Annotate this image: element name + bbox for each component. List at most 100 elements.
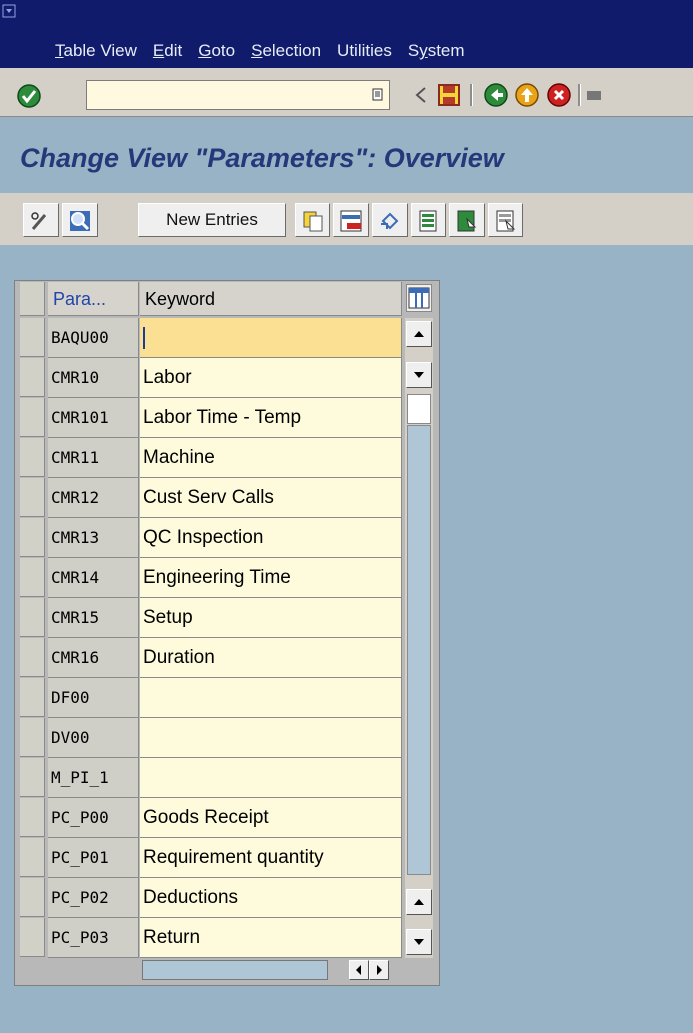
table-settings-button[interactable] bbox=[406, 284, 432, 312]
column-header-parameter[interactable]: Para... bbox=[48, 282, 139, 316]
horizontal-scrollbar[interactable] bbox=[142, 960, 328, 980]
copy-icon bbox=[303, 211, 323, 232]
system-menu-icon[interactable] bbox=[2, 4, 16, 18]
command-history-icon[interactable] bbox=[371, 88, 384, 101]
arrow-up-icon bbox=[414, 331, 424, 337]
scrollbar-track[interactable] bbox=[407, 425, 431, 875]
keyword-value: Setup bbox=[143, 607, 193, 628]
row-selector[interactable] bbox=[20, 318, 45, 357]
parameter-cell: CMR11 bbox=[48, 438, 139, 478]
keyword-value: Labor bbox=[143, 367, 192, 388]
keyword-input[interactable]: Setup bbox=[140, 598, 402, 638]
scroll-right-button[interactable] bbox=[369, 960, 389, 980]
toolbar-separator bbox=[578, 84, 581, 106]
keyword-input[interactable] bbox=[140, 318, 402, 358]
menu-table-view[interactable]: Table View bbox=[0, 38, 145, 64]
row-selector[interactable] bbox=[20, 758, 45, 797]
row-selector[interactable] bbox=[20, 838, 45, 877]
title-bar: Table View Edit Goto Selection Utilities Syst… bbox=[0, 0, 693, 68]
command-field[interactable] bbox=[86, 80, 390, 110]
parameter-cell: CMR15 bbox=[48, 598, 139, 638]
arrow-left-icon bbox=[356, 965, 361, 975]
row-selector[interactable] bbox=[20, 518, 45, 557]
undo-change-button[interactable] bbox=[372, 203, 408, 237]
toolbar-separator bbox=[470, 84, 473, 106]
keyword-input[interactable]: Duration bbox=[140, 638, 402, 678]
undo-icon bbox=[381, 212, 399, 230]
deselect-all-button[interactable] bbox=[488, 203, 523, 237]
row-selector[interactable] bbox=[20, 718, 45, 757]
keyword-value: QC Inspection bbox=[143, 527, 264, 548]
page-up-button[interactable] bbox=[406, 889, 432, 915]
keyword-input[interactable]: Deductions bbox=[140, 878, 402, 918]
row-selector[interactable] bbox=[20, 878, 45, 917]
delete-button[interactable] bbox=[333, 203, 369, 237]
parameter-cell: CMR13 bbox=[48, 518, 139, 558]
keyword-input[interactable]: Goods Receipt bbox=[140, 798, 402, 838]
pencil-glasses-icon bbox=[31, 212, 47, 230]
find-button[interactable] bbox=[62, 203, 98, 237]
row-selector[interactable] bbox=[20, 918, 45, 957]
keyword-input[interactable]: QC Inspection bbox=[140, 518, 402, 558]
cancel-icon[interactable] bbox=[546, 82, 572, 108]
arrow-up-icon bbox=[414, 899, 424, 905]
menu-system[interactable]: System bbox=[400, 38, 473, 64]
keyword-input[interactable]: Cust Serv Calls bbox=[140, 478, 402, 518]
row-selector[interactable] bbox=[20, 798, 45, 837]
keyword-input[interactable]: Engineering Time bbox=[140, 558, 402, 598]
menu-utilities[interactable]: Utilities bbox=[329, 38, 400, 64]
table-settings-icon bbox=[408, 287, 430, 309]
keyword-input[interactable]: Labor Time - Temp bbox=[140, 398, 402, 438]
display-change-button[interactable] bbox=[23, 203, 59, 237]
select-all-rows-button[interactable] bbox=[20, 282, 45, 316]
keyword-value: Requirement quantity bbox=[143, 847, 324, 868]
row-selector[interactable] bbox=[20, 478, 45, 517]
select-all-button[interactable] bbox=[411, 203, 446, 237]
save-icon[interactable] bbox=[436, 82, 462, 108]
keyword-value: Duration bbox=[143, 647, 215, 668]
keyword-input[interactable]: Return bbox=[140, 918, 402, 958]
scroll-up-button[interactable] bbox=[406, 321, 432, 347]
back-icon[interactable] bbox=[483, 82, 509, 108]
page-title: Change View "Parameters": Overview bbox=[20, 143, 504, 173]
parameter-cell: PC_P01 bbox=[48, 838, 139, 878]
keyword-input[interactable]: Machine bbox=[140, 438, 402, 478]
row-selector[interactable] bbox=[20, 598, 45, 637]
keyword-input[interactable]: Labor bbox=[140, 358, 402, 398]
copy-as-button[interactable] bbox=[295, 203, 330, 237]
keyword-input[interactable] bbox=[140, 678, 402, 718]
row-selector[interactable] bbox=[20, 358, 45, 397]
menu-goto[interactable]: Goto bbox=[190, 38, 243, 64]
menu-edit[interactable]: Edit bbox=[145, 38, 190, 64]
select-block-button[interactable] bbox=[449, 203, 485, 237]
parameter-cell: PC_P00 bbox=[48, 798, 139, 838]
row-selector[interactable] bbox=[20, 678, 45, 717]
row-selector[interactable] bbox=[20, 438, 45, 477]
keyword-value: Labor Time - Temp bbox=[143, 407, 302, 428]
menu-selection[interactable]: Selection bbox=[243, 38, 329, 64]
keyword-input[interactable] bbox=[140, 718, 402, 758]
scroll-left-button[interactable] bbox=[349, 960, 369, 980]
print-icon[interactable] bbox=[585, 82, 611, 108]
row-selector[interactable] bbox=[20, 398, 45, 437]
keyword-value: Deductions bbox=[143, 887, 239, 908]
parameter-cell: M_PI_1 bbox=[48, 758, 139, 798]
keyword-value: Engineering Time bbox=[143, 567, 291, 588]
new-entries-button[interactable]: New Entries bbox=[138, 203, 286, 237]
back-arrow-left-icon[interactable] bbox=[408, 82, 434, 108]
enter-check-icon[interactable] bbox=[16, 83, 42, 109]
row-selector[interactable] bbox=[20, 558, 45, 597]
scroll-down-button[interactable] bbox=[406, 362, 432, 388]
deselect-all-icon bbox=[496, 210, 516, 232]
parameter-cell: CMR10 bbox=[48, 358, 139, 398]
column-header-keyword[interactable]: Keyword bbox=[140, 282, 402, 316]
select-block-icon bbox=[457, 210, 477, 232]
text-cursor bbox=[143, 326, 145, 349]
parameter-cell: DF00 bbox=[48, 678, 139, 718]
exit-icon[interactable] bbox=[514, 82, 540, 108]
row-selector[interactable] bbox=[20, 638, 45, 677]
page-down-button[interactable] bbox=[406, 929, 432, 955]
keyword-input[interactable]: Requirement quantity bbox=[140, 838, 402, 878]
keyword-input[interactable] bbox=[140, 758, 402, 798]
scrollbar-thumb[interactable] bbox=[407, 394, 431, 424]
